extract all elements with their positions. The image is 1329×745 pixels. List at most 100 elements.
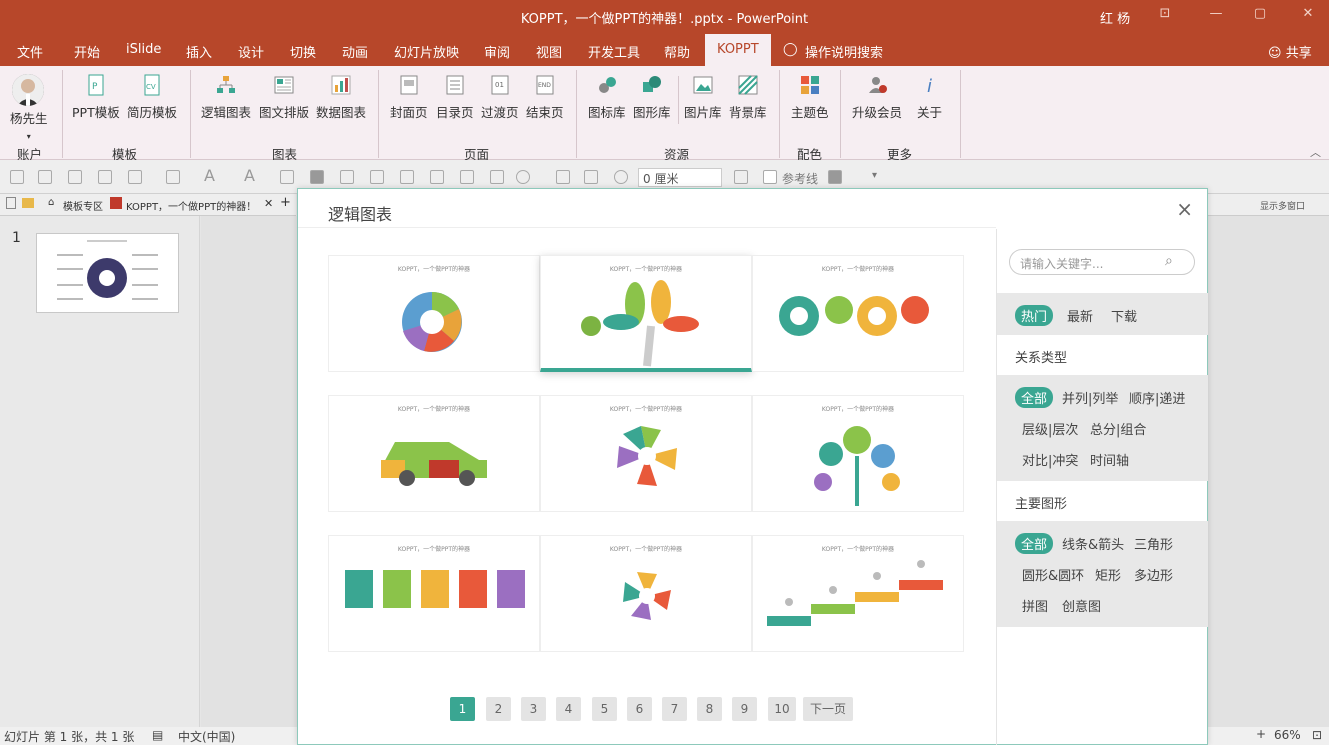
upgrade-member-button[interactable]: 升级会员 — [852, 74, 902, 121]
close-dialog-icon[interactable]: × — [1176, 197, 1193, 221]
ungroup-icon[interactable] — [460, 170, 474, 184]
lock-icon[interactable] — [10, 170, 24, 184]
menu-view[interactable]: 视图 — [536, 42, 562, 61]
menu-design[interactable]: 设计 — [238, 42, 264, 61]
shape-lines-arrows[interactable]: 线条&箭头 — [1062, 534, 1124, 553]
menu-slideshow[interactable]: 幻灯片放映 — [394, 42, 459, 61]
text-effect-icon[interactable]: A — [244, 166, 255, 185]
end-page-button[interactable]: END 结束页 — [526, 74, 564, 121]
close-button[interactable]: ✕ — [1298, 6, 1318, 26]
shape-circle-ring[interactable]: 圆形&圆环 — [1022, 565, 1084, 584]
tab-template-zone[interactable]: 模板专区 — [63, 198, 103, 213]
menu-review[interactable]: 审阅 — [484, 42, 510, 61]
relation-hierarchy[interactable]: 层级|层次 — [1022, 419, 1078, 438]
close-tab-icon[interactable]: ✕ — [264, 197, 273, 210]
sort-latest[interactable]: 最新 — [1067, 306, 1093, 325]
background-library-button[interactable]: 背景库 — [729, 74, 767, 121]
menu-animations[interactable]: 动画 — [342, 42, 368, 61]
template-card[interactable]: KOPPT，一个做PPT的神器 — [752, 535, 964, 652]
image-library-button[interactable]: 图片库 — [684, 74, 722, 121]
resume-template-button[interactable]: CV 简历模板 — [127, 74, 177, 121]
relation-parallel[interactable]: 并列|列举 — [1062, 388, 1118, 407]
template-card[interactable]: KOPPT，一个做PPT的神器 — [328, 255, 540, 372]
menu-transitions[interactable]: 切换 — [290, 42, 316, 61]
menu-home[interactable]: 开始 — [74, 42, 100, 61]
eyedropper-2-icon[interactable] — [370, 170, 384, 184]
template-card[interactable]: KOPPT，一个做PPT的神器 — [752, 395, 964, 512]
folder-icon[interactable] — [22, 198, 34, 208]
relation-composition[interactable]: 总分|组合 — [1090, 419, 1146, 438]
eyedropper-icon[interactable] — [340, 170, 354, 184]
page-1[interactable]: 1 — [450, 697, 475, 721]
camera-icon[interactable] — [734, 170, 748, 184]
sort-hot[interactable]: 热门 — [1015, 305, 1054, 326]
print-icon[interactable] — [98, 170, 112, 184]
new-tab-icon[interactable]: + — [280, 195, 291, 210]
slide-thumbnail[interactable] — [36, 233, 179, 313]
color-swatch-icon[interactable] — [828, 170, 842, 184]
page-2[interactable]: 2 — [486, 697, 511, 721]
more-icon[interactable]: ▾ — [872, 170, 877, 181]
page-7[interactable]: 7 — [662, 697, 687, 721]
format-painter-icon[interactable] — [128, 170, 142, 184]
tab-document[interactable]: KOPPT，一个做PPT的神器！.pptx — [126, 198, 256, 213]
page-10[interactable]: 10 — [768, 697, 796, 721]
tell-me-search[interactable]: 操作说明搜索 — [805, 42, 883, 61]
notes-icon[interactable]: ▤ — [152, 728, 163, 742]
page-6[interactable]: 6 — [627, 697, 652, 721]
page-9[interactable]: 9 — [732, 697, 757, 721]
align-icon[interactable] — [38, 170, 52, 184]
shape-library-button[interactable]: 图形库 — [633, 74, 671, 121]
icon-library-button[interactable]: 图标库 — [588, 74, 626, 121]
template-card[interactable]: KOPPT，一个做PPT的神器 — [540, 535, 752, 652]
menu-help[interactable]: 帮助 — [664, 42, 690, 61]
fit-window-icon[interactable]: ⊡ — [1312, 728, 1322, 742]
page-4[interactable]: 4 — [556, 697, 581, 721]
font-color-icon[interactable]: A — [204, 166, 215, 185]
shape-creative[interactable]: 创意图 — [1062, 596, 1101, 615]
delete-icon[interactable] — [310, 170, 324, 184]
eyedropper-3-icon[interactable] — [400, 170, 414, 184]
shape-polygon[interactable]: 多边形 — [1134, 565, 1173, 584]
guide-checkbox[interactable] — [763, 170, 777, 184]
relation-all[interactable]: 全部 — [1015, 387, 1054, 408]
menu-insert[interactable]: 插入 — [186, 42, 212, 61]
new-file-icon[interactable] — [6, 197, 16, 209]
size-icon[interactable] — [584, 170, 598, 184]
maximize-button[interactable]: ▢ — [1250, 6, 1270, 26]
transition-page-button[interactable]: 01 过渡页 — [481, 74, 519, 121]
template-card[interactable]: KOPPT，一个做PPT的神器 — [328, 395, 540, 512]
fill-icon[interactable] — [166, 170, 180, 184]
toc-page-button[interactable]: 目录页 — [436, 74, 474, 121]
avatar[interactable] — [12, 74, 44, 106]
template-card[interactable]: KOPPT，一个做PPT的神器 — [752, 255, 964, 372]
ppt-template-button[interactable]: P PPT模板 — [72, 74, 120, 121]
arrange-icon[interactable] — [556, 170, 570, 184]
distribute-icon[interactable] — [68, 170, 82, 184]
share-button[interactable]: ☺ 共享 — [1268, 42, 1312, 61]
page-5[interactable]: 5 — [592, 697, 617, 721]
search-icon[interactable]: ⌕ — [1165, 253, 1173, 269]
template-card-selected[interactable]: KOPPT，一个做PPT的神器 — [540, 255, 752, 372]
shape-rectangle[interactable]: 矩形 — [1095, 565, 1121, 584]
page-8[interactable]: 8 — [697, 697, 722, 721]
shape-puzzle[interactable]: 拼图 — [1022, 596, 1048, 615]
shape-all[interactable]: 全部 — [1015, 533, 1054, 554]
menu-developer[interactable]: 开发工具 — [588, 42, 640, 61]
menu-koppt[interactable]: KOPPT — [705, 34, 771, 66]
shape-icon[interactable] — [516, 170, 530, 184]
user-name[interactable]: 红 杨 — [1100, 8, 1130, 27]
menu-file[interactable]: 文件 — [17, 42, 43, 61]
data-chart-button[interactable]: 数据图表 — [316, 74, 366, 121]
language[interactable]: 中文(中国) — [178, 728, 235, 745]
zoom-level[interactable]: 66% — [1274, 728, 1301, 742]
template-card[interactable]: KOPPT，一个做PPT的神器 — [328, 535, 540, 652]
cover-page-button[interactable]: 封面页 — [390, 74, 428, 121]
zoom-in-icon[interactable]: + — [1256, 727, 1266, 741]
theme-color-button[interactable]: 主题色 — [791, 74, 829, 121]
group-icon[interactable] — [430, 170, 444, 184]
collapse-ribbon-icon[interactable]: ︿ — [1310, 144, 1321, 160]
shape-triangle[interactable]: 三角形 — [1134, 534, 1173, 553]
show-multi-window[interactable]: 显示多窗口 — [1260, 199, 1305, 212]
textbox-icon[interactable] — [280, 170, 294, 184]
